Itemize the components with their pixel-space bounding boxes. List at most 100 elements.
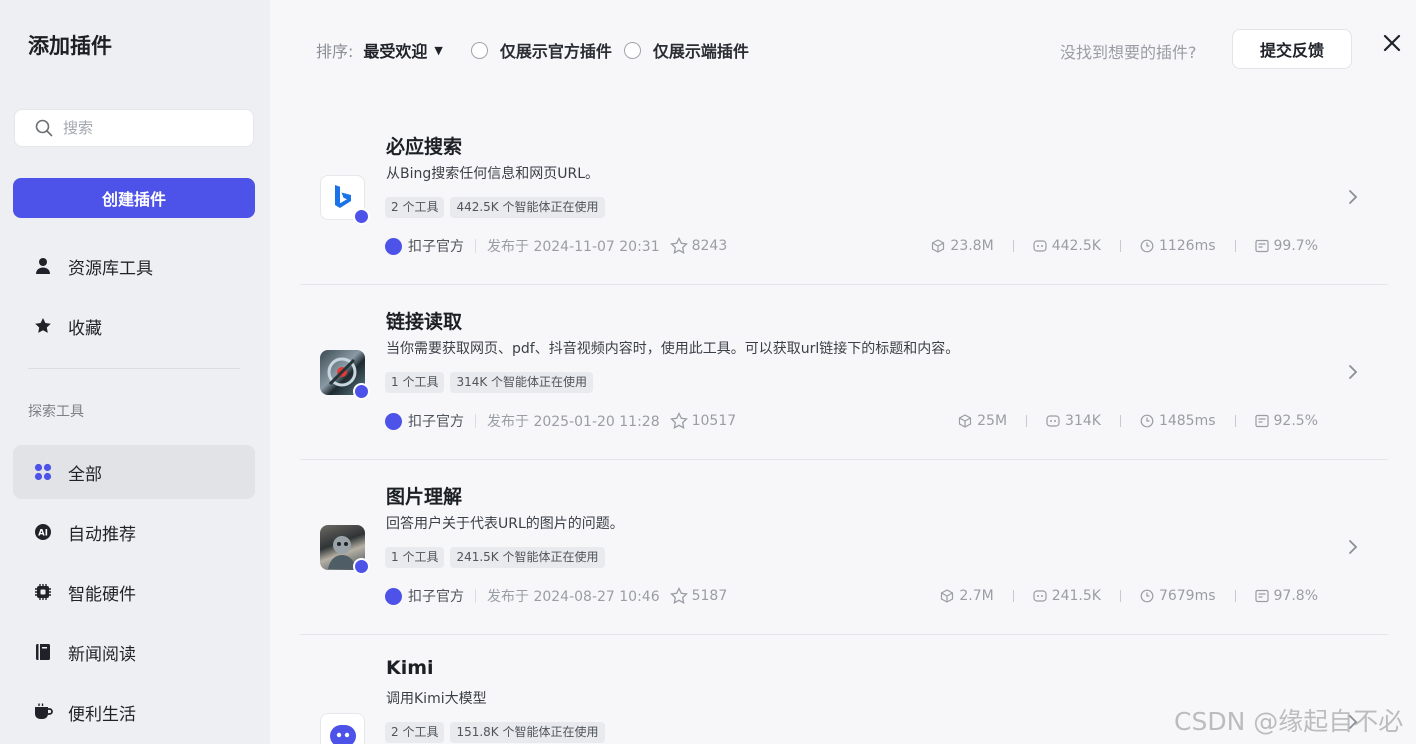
- sidebar-item-favorites[interactable]: 收藏: [13, 299, 255, 353]
- plugin-description: 当你需要获取网页、pdf、抖音视频内容时，使用此工具。可以获取url链接下的标题…: [386, 341, 960, 357]
- bot-icon: [1033, 590, 1047, 602]
- star-outline-icon: [669, 587, 688, 605]
- plugin-row[interactable]: 链接读取 当你需要获取网页、pdf、抖音视频内容时，使用此工具。可以获取url链…: [300, 285, 1388, 460]
- caret-down-icon: ▼: [434, 43, 443, 57]
- tools-count-tag: 1 个工具: [385, 547, 445, 568]
- coze-logo-icon: [385, 412, 402, 430]
- separator: [1234, 240, 1236, 252]
- kimi-logo-icon: [320, 713, 365, 744]
- create-plugin-button[interactable]: 创建插件: [13, 178, 255, 218]
- success-stat: 92.5%: [1254, 413, 1318, 429]
- search-box[interactable]: [14, 109, 254, 147]
- separator: [1119, 590, 1121, 602]
- filter-client-radio[interactable]: 仅展示端插件: [623, 38, 749, 62]
- plugin-name: 链接读取: [386, 311, 463, 333]
- bots-stat: 241.5K: [1033, 588, 1101, 604]
- grid-icon: [33, 462, 53, 482]
- svg-text:AI: AI: [38, 528, 48, 538]
- coze-logo-icon: [385, 587, 402, 605]
- clock-icon: [1140, 589, 1154, 603]
- success-value: 92.5%: [1273, 413, 1318, 429]
- sidebar-item-news-reading[interactable]: 新闻阅读: [13, 625, 255, 679]
- bot-icon: [1033, 240, 1047, 252]
- submit-feedback-button[interactable]: 提交反馈: [1232, 29, 1352, 69]
- sidebar-item-label: 智能硬件: [68, 584, 136, 605]
- person-icon: [33, 256, 53, 276]
- divider: [28, 368, 240, 369]
- section-label: 探索工具: [28, 404, 84, 420]
- plugin-meta: 扣子官方 发布于 2024-11-07 20:31 8243: [385, 236, 727, 256]
- calls-value: 2.7M: [959, 588, 994, 604]
- publish-date: 发布于 2024-08-27 10:46: [487, 589, 660, 605]
- plugin-meta: 扣子官方 发布于 2024-08-27 10:46 5187: [385, 586, 727, 606]
- usage-count-tag: 314K 个智能体正在使用: [450, 372, 594, 393]
- official-author: 扣子官方: [385, 236, 464, 256]
- plugin-tags: 2 个工具 442.5K 个智能体正在使用: [385, 197, 605, 218]
- cube-icon: [959, 414, 972, 428]
- latency-value: 7679ms: [1158, 588, 1216, 604]
- sidebar-item-label: 资源库工具: [68, 258, 153, 279]
- separator: [475, 239, 476, 253]
- sidebar-item-label: 自动推荐: [68, 524, 136, 545]
- bots-stat: 314K: [1046, 413, 1101, 429]
- filter-official-radio[interactable]: 仅展示官方插件: [470, 38, 612, 62]
- search-input[interactable]: [61, 118, 235, 138]
- radio-circle: [623, 41, 641, 59]
- sidebar-item-auto-recommend[interactable]: AI 自动推荐: [13, 505, 255, 559]
- official-badge-icon: [353, 208, 370, 225]
- plugin-stats: 25M 314K 1485ms 92.5%: [958, 413, 1318, 429]
- publish-date: 发布于 2025-01-20 11:28: [487, 414, 660, 430]
- latency-stat: 1485ms: [1140, 413, 1216, 429]
- plugin-row[interactable]: 必应搜索 从Bing搜索任何信息和网页URL。 2 个工具 442.5K 个智能…: [300, 110, 1388, 285]
- chevron-right-icon[interactable]: [1346, 187, 1360, 207]
- chevron-right-icon[interactable]: [1346, 537, 1360, 557]
- latency-value: 1485ms: [1158, 413, 1216, 429]
- watermark: CSDN @缘起自不必: [1174, 707, 1404, 736]
- ai-icon: AI: [33, 522, 53, 542]
- coze-logo-icon: [385, 237, 402, 255]
- clock-icon: [1140, 414, 1154, 428]
- success-rate-icon: [1254, 239, 1269, 253]
- sort-label: 排序:: [316, 42, 354, 61]
- calls-stat: 23.8M: [931, 238, 994, 254]
- official-badge-icon: [353, 558, 370, 575]
- sidebar-item-label: 便利生活: [68, 704, 136, 725]
- success-stat: 99.7%: [1254, 238, 1318, 254]
- filter-client-label: 仅展示端插件: [652, 42, 749, 61]
- plugin-stats: 23.8M 442.5K 1126ms 99.7%: [931, 238, 1318, 254]
- sort-value: 最受欢迎: [363, 42, 428, 61]
- separator: [1026, 415, 1028, 427]
- plugin-row[interactable]: 图片理解 回答用户关于代表URL的图片的问题。 1 个工具 241.5K 个智能…: [300, 460, 1388, 635]
- tools-count-tag: 2 个工具: [385, 197, 445, 218]
- sidebar-item-all[interactable]: 全部: [13, 445, 255, 499]
- plugin-icon: [320, 525, 370, 575]
- author-name: 扣子官方: [408, 414, 464, 430]
- clock-icon: [1140, 239, 1154, 253]
- success-rate-icon: [1254, 414, 1269, 428]
- sidebar-item-label: 收藏: [68, 318, 102, 339]
- plugin-icon: [320, 713, 365, 744]
- separator: [1234, 590, 1236, 602]
- chevron-right-icon[interactable]: [1346, 362, 1360, 382]
- sidebar-item-library-tools[interactable]: 资源库工具: [13, 239, 255, 293]
- plugin-icon: [320, 350, 370, 400]
- success-value: 97.8%: [1273, 588, 1318, 604]
- sidebar-item-smart-hardware[interactable]: 智能硬件: [13, 565, 255, 619]
- cup-icon: [33, 702, 53, 722]
- sidebar-item-convenient-life[interactable]: 便利生活: [13, 685, 255, 739]
- chip-icon: [33, 582, 53, 602]
- sidebar-item-label: 全部: [68, 464, 102, 485]
- calls-value: 25M: [977, 413, 1008, 429]
- plugin-icon: [320, 175, 370, 225]
- sort-dropdown[interactable]: 最受欢迎 ▼: [363, 38, 442, 62]
- filter-official-label: 仅展示官方插件: [499, 42, 612, 61]
- close-icon[interactable]: [1382, 33, 1402, 53]
- success-rate-icon: [1254, 589, 1269, 603]
- plugin-description: 回答用户关于代表URL的图片的问题。: [386, 516, 624, 532]
- separator: [1234, 415, 1236, 427]
- star-count: 8243: [669, 237, 727, 255]
- stars-value: 10517: [691, 413, 737, 429]
- author-name: 扣子官方: [408, 239, 464, 255]
- stars-value: 5187: [691, 588, 728, 604]
- separator: [475, 589, 476, 603]
